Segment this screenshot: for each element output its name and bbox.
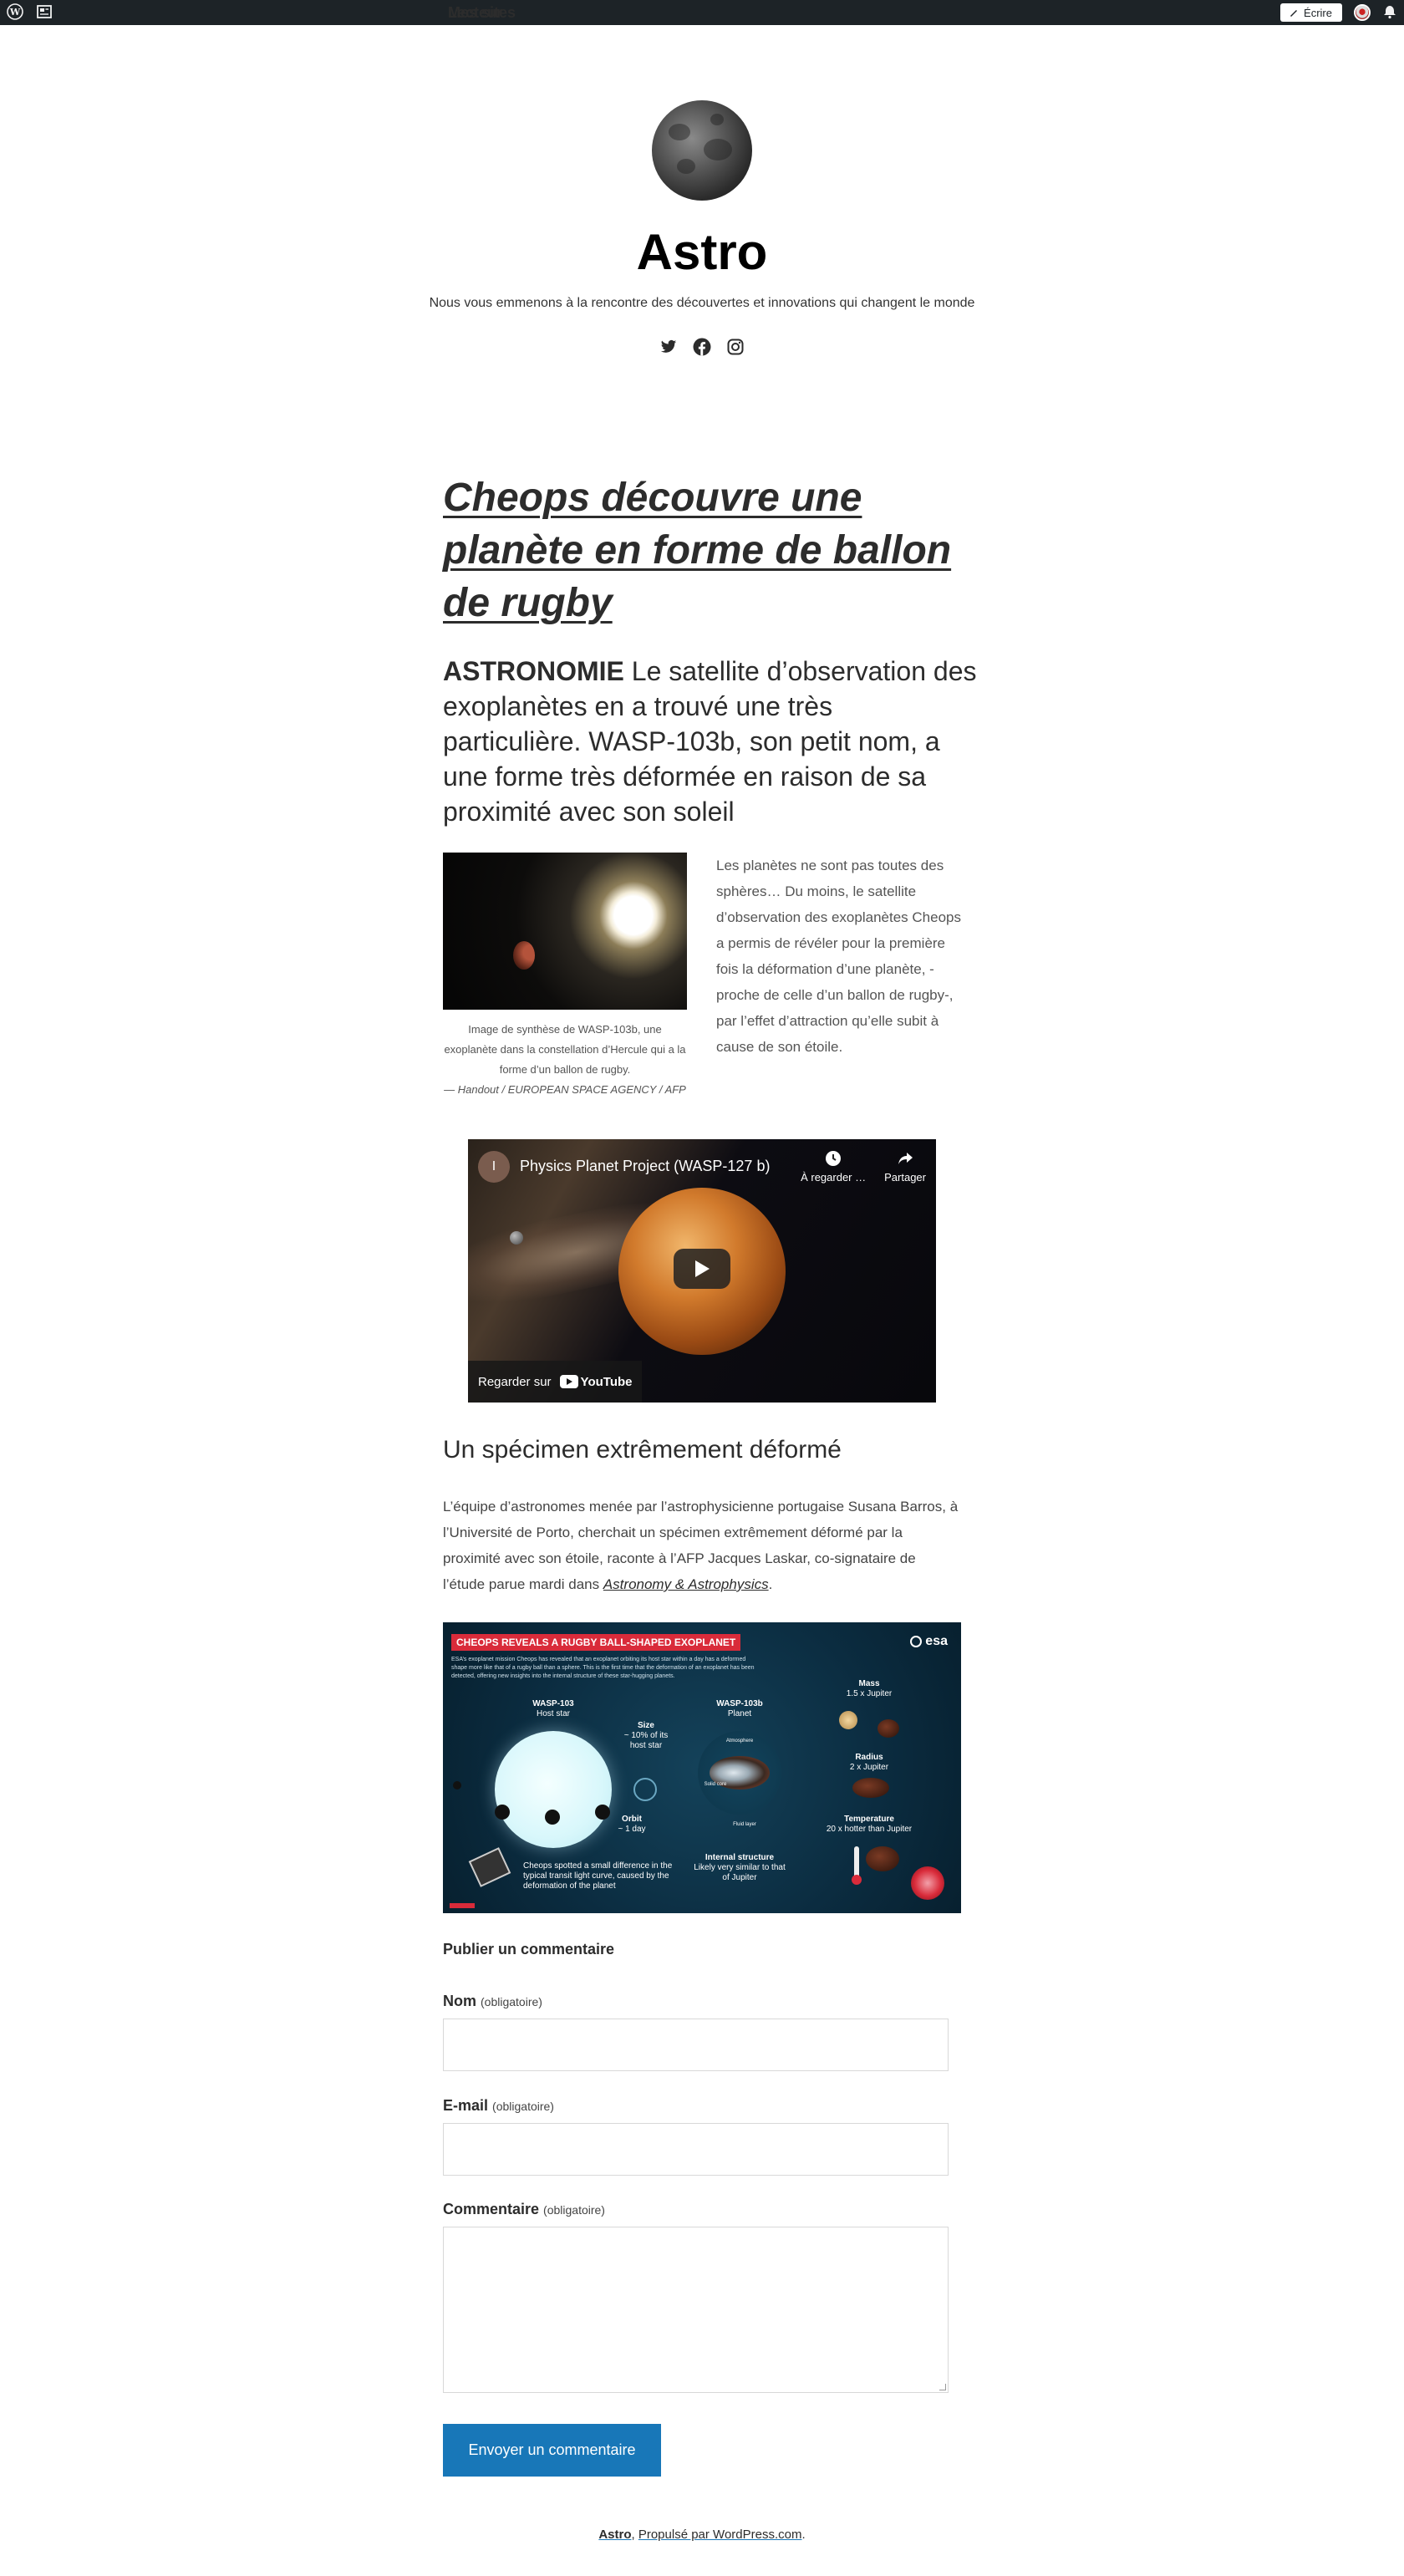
svg-text:W: W [9, 7, 21, 18]
size-label: Size [637, 1721, 654, 1730]
resize-handle-icon[interactable] [939, 2384, 946, 2390]
reader-menu[interactable]: Lecteur [30, 0, 502, 25]
esa-logo: esa [910, 1634, 948, 1649]
figure-caption: Image de synthèse de WASP-103b, une exop… [444, 1023, 686, 1096]
footer-site-link[interactable]: Astro [598, 2528, 631, 2542]
radius-label: Radius [855, 1753, 883, 1762]
infographic-banner: CHEOPS REVEALS A RUGBY BALL-SHAPED EXOPL… [451, 1634, 741, 1651]
play-icon [695, 1260, 710, 1277]
name-field-wrapper [443, 2019, 949, 2071]
site-title[interactable]: Astro [0, 219, 1404, 286]
journal-link[interactable]: Astronomy & Astrophysics [603, 1576, 769, 1592]
video-title[interactable]: Physics Planet Project (WASP-127 b) [520, 1158, 782, 1175]
youtube-logo-icon: YouTube [559, 1375, 632, 1389]
atmosphere-label: Atmosphere [725, 1739, 754, 1744]
figure-wasp-103b: Image de synthèse de WASP-103b, une exop… [443, 853, 687, 1100]
name-input[interactable] [444, 2019, 948, 2070]
cheops-infographic[interactable]: CHEOPS REVEALS A RUGBY BALL-SHAPED EXOPL… [443, 1622, 961, 1913]
solid-core-label: Solid core [704, 1782, 727, 1787]
mass-value: 1.5 x Jupiter [846, 1689, 893, 1698]
red-planet-icon [911, 1866, 944, 1900]
email-input[interactable] [444, 2124, 948, 2175]
submit-comment-button[interactable]: Envoyer un commentaire [443, 2424, 661, 2477]
powered-by-link[interactable]: Propulsé par WordPress.com [638, 2528, 802, 2542]
temp-value: 20 x hotter than Jupiter [826, 1825, 913, 1834]
comment-field-wrapper [443, 2227, 949, 2393]
temp-label: Temperature [844, 1815, 894, 1824]
site-logo[interactable] [652, 100, 752, 201]
name-label: Nom (obligatoire) [443, 1993, 542, 2009]
wordpress-icon: W [7, 3, 23, 23]
reader-icon [37, 4, 52, 21]
star-sub: Host star [536, 1709, 570, 1718]
lead-kicker: ASTRONOMIE [443, 656, 624, 686]
body-paragraph: L’équipe d’astronomes menée par l’astrop… [443, 1499, 959, 1592]
social-links [0, 338, 1404, 356]
site-footer: Astro, Propulsé par WordPress.com. [598, 2528, 806, 2542]
cheops-satellite-icon [468, 1847, 511, 1887]
planet-name: WASP-103b [716, 1699, 763, 1708]
write-label: Écrire [1304, 6, 1332, 19]
thermometer-icon [852, 1846, 862, 1885]
admin-bar: W Mes sites Lecteur Écrire [0, 0, 1404, 25]
channel-avatar[interactable]: I [478, 1150, 510, 1183]
reader-label: Lecteur [448, 3, 503, 21]
notifications-icon[interactable] [1382, 4, 1397, 22]
wasp-103b-image[interactable] [443, 853, 687, 1010]
post-title[interactable]: Cheops découvre une planète en forme de … [443, 471, 978, 629]
comment-textarea[interactable] [444, 2227, 948, 2392]
play-button[interactable] [674, 1249, 730, 1289]
share-icon [898, 1153, 913, 1164]
star-name: WASP-103 [532, 1699, 574, 1708]
internal-label: Internal structure [705, 1853, 775, 1862]
user-avatar[interactable] [1354, 4, 1371, 21]
twitter-icon[interactable] [659, 338, 678, 356]
watch-later-button[interactable]: À regarder … [801, 1149, 866, 1184]
side-paragraph: Les planètes ne sont pas toutes des sphè… [716, 858, 961, 1055]
size-value: ~ 10% of its host star [623, 1731, 669, 1750]
comment-label: Commentaire (obligatoire) [443, 2201, 605, 2217]
youtube-embed[interactable]: I Physics Planet Project (WASP-127 b) À … [468, 1139, 936, 1403]
post-lead: ASTRONOMIE Le satellite d’observation de… [443, 654, 978, 829]
watch-on-youtube[interactable]: Regarder sur YouTube [468, 1361, 643, 1403]
infographic-intro: ESA’s exoplanet mission Cheops has revea… [451, 1657, 755, 1679]
my-sites-menu[interactable]: W Mes sites [0, 0, 516, 25]
pen-icon [1290, 10, 1298, 17]
planet-sub: Planet [727, 1709, 752, 1718]
orbit-value: ~ 1 day [618, 1825, 646, 1834]
email-field-wrapper [443, 2123, 949, 2176]
facebook-icon[interactable] [693, 338, 711, 356]
video-top-bar: I Physics Planet Project (WASP-127 b) À … [478, 1149, 926, 1184]
comment-form-title: Publier un commentaire [443, 1941, 615, 1957]
host-star [495, 1731, 612, 1848]
mass-label: Mass [858, 1679, 880, 1688]
fluid-layer-label: Fluid layer [733, 1822, 756, 1827]
instagram-icon[interactable] [726, 338, 745, 356]
figure-credit: — Handout / EUROPEAN SPACE AGENCY / AFP [444, 1083, 686, 1096]
orbit-label: Orbit [622, 1815, 642, 1824]
share-button[interactable]: Partager [884, 1149, 926, 1184]
email-label: E-mail (obligatoire) [443, 2097, 554, 2114]
site-description: Nous vous emmenons à la rencontre des dé… [429, 296, 975, 310]
cheops-note: Cheops spotted a small difference in the… [523, 1861, 673, 1891]
clock-icon [826, 1151, 842, 1166]
radius-value: 2 x Jupiter [849, 1763, 889, 1772]
write-button[interactable]: Écrire [1280, 3, 1342, 22]
internal-value: Likely very similar to that of Jupiter [694, 1863, 786, 1882]
section-heading: Un spécimen extrêmement déformé [443, 1436, 842, 1464]
